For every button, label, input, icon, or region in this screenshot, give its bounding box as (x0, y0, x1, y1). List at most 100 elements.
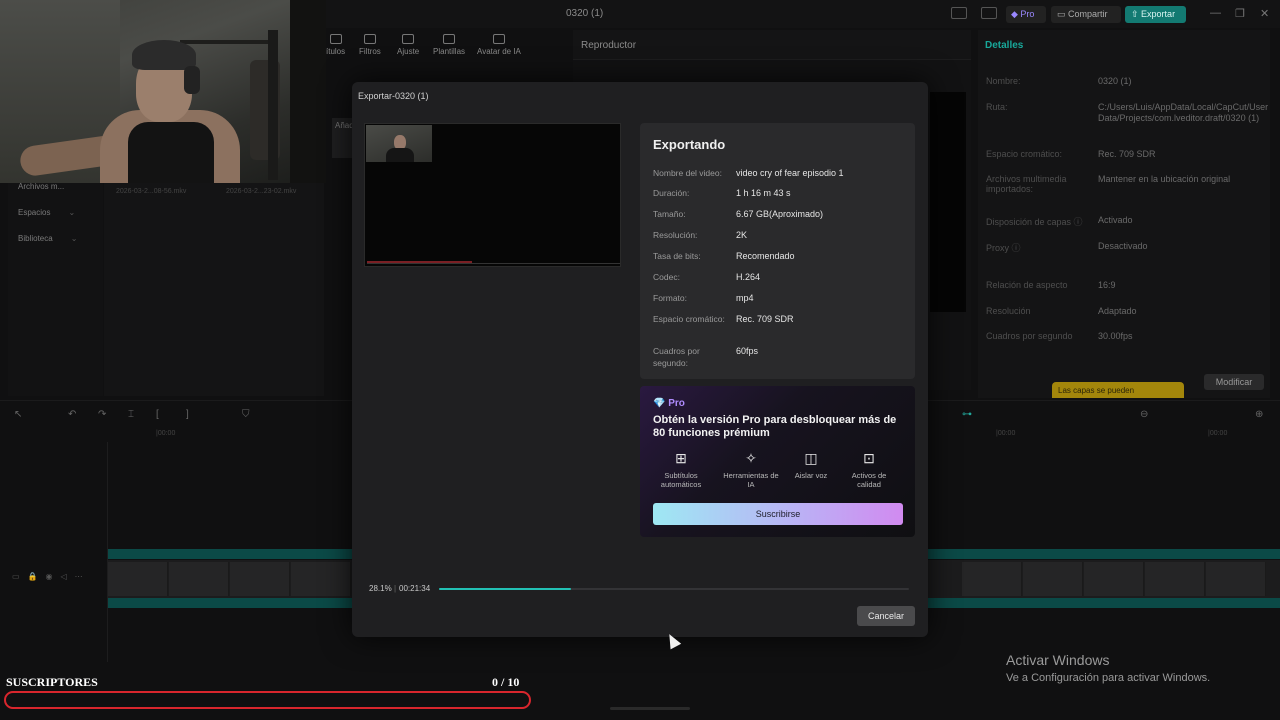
isolate-voice-icon: ◫ (804, 450, 818, 466)
maximize-icon[interactable]: ❐ (1235, 7, 1245, 20)
horizontal-scrollbar[interactable] (610, 707, 690, 710)
text-icon (329, 34, 342, 44)
export-label: Exportar (1141, 9, 1176, 19)
layout-icon[interactable] (951, 7, 967, 19)
info-key: Tamaño: (653, 209, 686, 219)
info-value: 2K (736, 230, 748, 240)
sidebar-item-library[interactable]: Biblioteca ⌄ (18, 234, 77, 243)
tab-label: ítulos (326, 47, 346, 56)
webcam-shelf (180, 40, 272, 44)
split-icon[interactable]: ⌶ (128, 409, 134, 420)
detail-key: Resolución (986, 306, 1031, 316)
tab-templates[interactable]: Plantillas (433, 34, 465, 56)
info-value: Recomendado (736, 251, 795, 261)
export-preview (364, 123, 621, 267)
modify-button[interactable]: Modificar (1204, 374, 1264, 390)
info-value: mp4 (736, 293, 754, 303)
pro-badge: 💎 Pro (653, 398, 685, 409)
media-toolbar: ítulos Filtros Ajuste Plantillas Avatar … (326, 30, 566, 64)
select-tool-icon[interactable]: ↖ (14, 409, 22, 420)
player-video (930, 92, 966, 312)
avatar-icon (492, 34, 505, 44)
feature-label: Activos de calidad (851, 471, 887, 489)
zoom-in-icon[interactable]: ⊕ (1255, 409, 1263, 420)
cancel-button[interactable]: Cancelar (857, 606, 915, 626)
activation-title: Activar Windows (1006, 652, 1110, 668)
pro-button[interactable]: ◆ Pro (1006, 6, 1046, 23)
close-icon[interactable]: ✕ (1260, 7, 1269, 20)
video-frame (1084, 562, 1144, 596)
info-key: Codec: (653, 272, 680, 282)
templates-icon (443, 34, 455, 44)
info-key: Tasa de bits: (653, 251, 701, 261)
preview-person-body (386, 148, 414, 162)
minimize-icon[interactable]: — (1210, 7, 1221, 19)
trim-right-icon[interactable]: ] (186, 409, 189, 420)
detail-key: Espacio cromático: (986, 149, 1063, 159)
window-title: 0320 (1) (566, 8, 604, 19)
tab-label: Filtros (359, 47, 381, 56)
export-info-panel: Exportando Nombre del video: video cry of… (640, 123, 915, 379)
subscribers-count: 0 / 10 (492, 675, 520, 689)
detail-value: Rec. 709 SDR (1098, 149, 1156, 159)
sidebar-item-files[interactable]: Archivos m... (18, 182, 64, 191)
info-key: Formato: (653, 293, 688, 303)
feature-ai-tools: ✧ Herramientas de IA (721, 451, 781, 489)
track-controls[interactable]: ▭🔒◉◁⋯ (12, 572, 91, 581)
sidebar-item-label: Biblioteca (18, 234, 53, 243)
detail-key: Cuadros por segundo (986, 331, 1073, 341)
tab-adjust[interactable]: Ajuste (397, 34, 419, 56)
tab-ai-avatar[interactable]: Avatar de IA (477, 34, 521, 56)
tab-label: Ajuste (397, 47, 420, 56)
feature-quality-assets: ⊡ Activos de calidad (839, 451, 899, 489)
preview-progress-fill (367, 261, 472, 263)
sidebar-item-label: Archivos m... (18, 182, 65, 191)
filters-icon (363, 34, 376, 44)
feature-subtitles: ⊞ Subtítulos automáticos (651, 451, 711, 489)
video-frame (108, 562, 168, 596)
info-key: Duración: (653, 188, 690, 198)
chevron-down-icon: ⌄ (68, 208, 76, 217)
info-value: video cry of fear episodio 1 (736, 168, 844, 178)
media-file-name[interactable]: 2026-03-2...23-02.mkv (226, 188, 296, 195)
tab-filters[interactable]: Filtros (359, 34, 381, 56)
media-file-name[interactable]: 2026-03-2...08-56.mkv (116, 188, 186, 195)
export-heading: Exportando (653, 137, 726, 152)
subtitles-icon: ⊞ (675, 450, 687, 466)
sidebar-item-label: Espacios (18, 208, 51, 217)
marker-icon[interactable]: ⛉ (242, 409, 250, 420)
zoom-out-icon[interactable]: ⊖ (1140, 409, 1148, 420)
detail-value: Desactivado (1098, 241, 1148, 251)
webcam-doorframe (290, 0, 326, 183)
feature-isolate-voice: ◫ Aislar voz (781, 451, 841, 480)
preview-progress-track (367, 263, 620, 264)
shortcut-icon[interactable] (981, 7, 997, 19)
redo-icon[interactable]: ↷ (98, 409, 106, 420)
sidebar-item-spaces[interactable]: Espacios ⌄ (18, 208, 75, 217)
detail-key: Archivos multimedia importados: (986, 174, 1067, 194)
video-frame (1023, 562, 1083, 596)
activation-subtitle: Ve a Configuración para activar Windows. (1006, 672, 1211, 684)
info-key: Espacio cromático: (653, 314, 725, 324)
subscribers-label: SUSCRIPTORES (6, 675, 98, 689)
share-button[interactable]: ▭ Compartir (1051, 6, 1121, 23)
info-value: 6.67 GB(Aproximado) (736, 209, 824, 219)
detail-key: Ruta: (986, 102, 1008, 112)
link-icon[interactable]: ⊶ (962, 409, 972, 420)
detail-key: Disposición de capas ⓘ (986, 217, 1083, 227)
tab-titles[interactable]: ítulos (326, 34, 345, 56)
pro-promo-card: 💎 Pro Obtén la versión Pro para desbloqu… (640, 386, 915, 537)
undo-icon[interactable]: ↶ (68, 409, 76, 420)
webcam-rack (268, 30, 278, 180)
info-value: 60fps (736, 346, 759, 356)
info-key: Cuadros por segundo: (653, 346, 700, 368)
player-header: Reproductor (573, 30, 971, 60)
export-button[interactable]: ⇧ Exportar (1125, 6, 1186, 23)
detail-value: Mantener en la ubicación original (1098, 174, 1231, 184)
detail-value: Activado (1098, 215, 1133, 225)
subscribe-button[interactable]: Suscribirse (653, 503, 903, 525)
media-add-tab[interactable]: Añad (332, 118, 354, 158)
trim-left-icon[interactable]: [ (156, 409, 159, 420)
detail-value: 30.00fps (1098, 331, 1133, 341)
detail-key: Nombre: (986, 76, 1021, 86)
